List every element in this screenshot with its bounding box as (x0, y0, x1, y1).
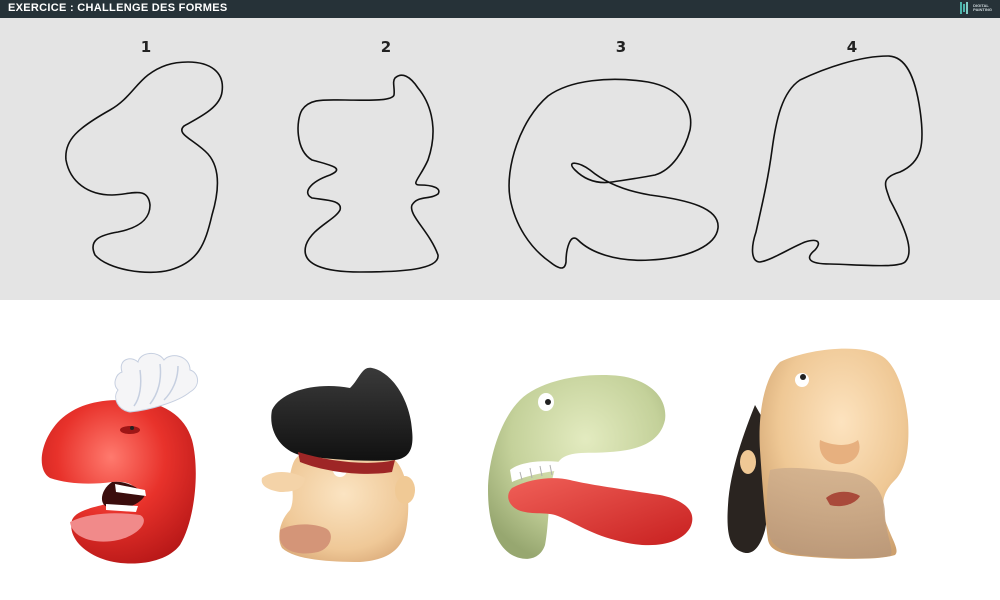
characters-layer (41, 348, 909, 564)
bald-bearded-head (727, 348, 909, 559)
red-chef-head (41, 353, 198, 564)
pirate-head (261, 367, 415, 562)
green-creature-head (488, 375, 693, 559)
